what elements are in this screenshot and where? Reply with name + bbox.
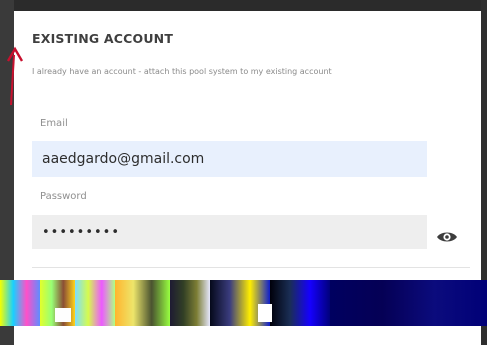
corrupted-screen-strip [0,280,487,326]
section-description: I already have an account - attach this … [32,67,332,76]
window-border-top [0,0,487,11]
show-password-button[interactable] [436,229,458,245]
divider [32,267,470,268]
email-field[interactable] [32,141,427,177]
password-label: Password [40,191,87,202]
email-label: Email [40,118,68,129]
section-title: EXISTING ACCOUNT [32,31,174,46]
eye-icon [437,232,457,242]
screenshot-frame: EXISTING ACCOUNT I already have an accou… [0,0,487,345]
password-field[interactable] [32,215,427,249]
